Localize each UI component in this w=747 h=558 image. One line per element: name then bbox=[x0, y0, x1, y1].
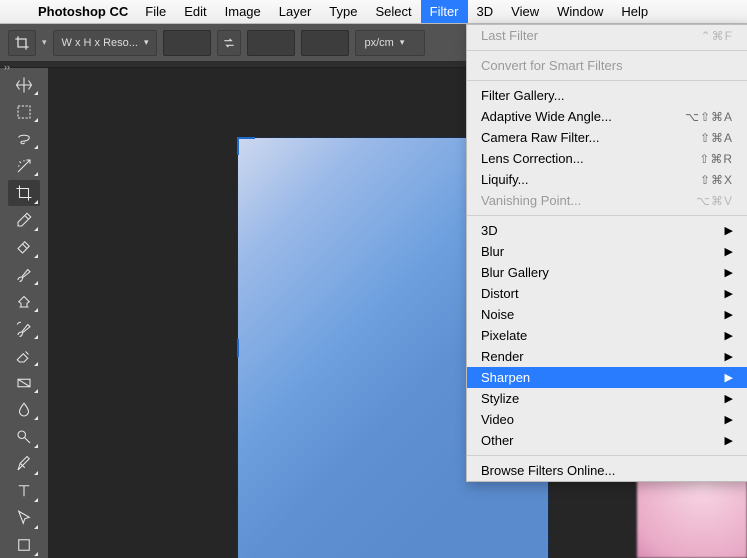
rail-expand-icon[interactable]: ›› bbox=[4, 62, 10, 72]
eyedropper-tool[interactable] bbox=[8, 208, 40, 233]
shortcut-label: ⌥⌘V bbox=[696, 194, 733, 208]
mac-menubar: Photoshop CC FileEditImageLayerTypeSelec… bbox=[0, 0, 747, 24]
menu-3d[interactable]: 3D bbox=[468, 0, 503, 23]
submenu-arrow-icon: ▶ bbox=[725, 329, 733, 342]
filter-item-sharpen[interactable]: Sharpen▶ bbox=[467, 367, 747, 388]
chevron-down-icon[interactable]: ▾ bbox=[42, 37, 47, 48]
eraser-tool[interactable] bbox=[8, 343, 40, 368]
filter-item-noise[interactable]: Noise▶ bbox=[467, 304, 747, 325]
menu-image[interactable]: Image bbox=[216, 0, 270, 23]
filter-item-blur-gallery[interactable]: Blur Gallery▶ bbox=[467, 262, 747, 283]
menu-view[interactable]: View bbox=[502, 0, 548, 23]
shortcut-label: ⇧⌘A bbox=[700, 131, 733, 145]
magic-wand-tool[interactable] bbox=[8, 153, 40, 178]
pen-tool[interactable] bbox=[8, 452, 40, 477]
filter-item-convert-for-smart-filters: Convert for Smart Filters bbox=[467, 55, 747, 76]
height-input[interactable] bbox=[247, 30, 295, 56]
lasso-tool[interactable] bbox=[8, 126, 40, 151]
crop-tool-icon[interactable] bbox=[8, 30, 36, 56]
submenu-arrow-icon: ▶ bbox=[725, 287, 733, 300]
path-selection-tool[interactable] bbox=[8, 506, 40, 531]
gradient-tool[interactable] bbox=[8, 370, 40, 395]
filter-item-filter-gallery[interactable]: Filter Gallery... bbox=[467, 85, 747, 106]
submenu-arrow-icon: ▶ bbox=[725, 413, 733, 426]
menu-file[interactable]: File bbox=[136, 0, 175, 23]
filter-item-pixelate[interactable]: Pixelate▶ bbox=[467, 325, 747, 346]
filter-item-video[interactable]: Video▶ bbox=[467, 409, 747, 430]
menu-window[interactable]: Window bbox=[548, 0, 612, 23]
submenu-arrow-icon: ▶ bbox=[725, 392, 733, 405]
brush-tool[interactable] bbox=[8, 262, 40, 287]
filter-item-stylize[interactable]: Stylize▶ bbox=[467, 388, 747, 409]
width-input[interactable] bbox=[163, 30, 211, 56]
filter-item-last-filter: Last Filter⌃⌘F bbox=[467, 25, 747, 46]
menu-separator bbox=[467, 50, 747, 51]
crop-tool[interactable] bbox=[8, 180, 40, 205]
type-tool[interactable] bbox=[8, 479, 40, 504]
rectangle-tool[interactable] bbox=[8, 533, 40, 558]
submenu-arrow-icon: ▶ bbox=[725, 245, 733, 258]
menu-layer[interactable]: Layer bbox=[270, 0, 321, 23]
filter-item-lens-correction[interactable]: Lens Correction...⇧⌘R bbox=[467, 148, 747, 169]
unit-label: px/cm bbox=[364, 37, 393, 49]
app-name: Photoshop CC bbox=[30, 4, 136, 19]
shortcut-label: ⌥⇧⌘A bbox=[685, 110, 733, 124]
dodge-tool[interactable] bbox=[8, 424, 40, 449]
menu-separator bbox=[467, 80, 747, 81]
chevron-down-icon: ▾ bbox=[400, 37, 405, 48]
ratio-preset-select[interactable]: W x H x Reso... ▾ bbox=[53, 30, 158, 56]
filter-menu-dropdown: Last Filter⌃⌘F Convert for Smart Filters F… bbox=[466, 24, 747, 482]
filter-item-vanishing-point: Vanishing Point...⌥⌘V bbox=[467, 190, 747, 211]
filter-item-blur[interactable]: Blur▶ bbox=[467, 241, 747, 262]
filter-item-adaptive-wide-angle[interactable]: Adaptive Wide Angle...⌥⇧⌘A bbox=[467, 106, 747, 127]
clone-stamp-tool[interactable] bbox=[8, 289, 40, 314]
menu-separator bbox=[467, 215, 747, 216]
menu-help[interactable]: Help bbox=[612, 0, 657, 23]
submenu-arrow-icon: ▶ bbox=[725, 308, 733, 321]
crop-handle-ml[interactable] bbox=[237, 339, 247, 357]
unit-select[interactable]: px/cm ▾ bbox=[355, 30, 425, 56]
shortcut-label: ⌃⌘F bbox=[701, 29, 733, 43]
menu-filter[interactable]: Filter bbox=[421, 0, 468, 23]
filter-item-other[interactable]: Other▶ bbox=[467, 430, 747, 451]
tool-rail: ›› bbox=[0, 68, 48, 558]
filter-item-liquify[interactable]: Liquify...⇧⌘X bbox=[467, 169, 747, 190]
healing-brush-tool[interactable] bbox=[8, 235, 40, 260]
crop-handle-tl[interactable] bbox=[237, 137, 255, 155]
chevron-down-icon: ▾ bbox=[144, 37, 149, 48]
filter-item-browse-filters-online[interactable]: Browse Filters Online... bbox=[467, 460, 747, 481]
menu-select[interactable]: Select bbox=[366, 0, 420, 23]
filter-item-3d[interactable]: 3D▶ bbox=[467, 220, 747, 241]
swap-icon[interactable] bbox=[217, 30, 241, 56]
submenu-arrow-icon: ▶ bbox=[725, 434, 733, 447]
blur-tool[interactable] bbox=[8, 397, 40, 422]
shortcut-label: ⇧⌘X bbox=[700, 173, 733, 187]
marquee-tool[interactable] bbox=[8, 99, 40, 124]
resolution-input[interactable] bbox=[301, 30, 349, 56]
menu-type[interactable]: Type bbox=[320, 0, 366, 23]
filter-item-render[interactable]: Render▶ bbox=[467, 346, 747, 367]
submenu-arrow-icon: ▶ bbox=[725, 224, 733, 237]
menu-edit[interactable]: Edit bbox=[175, 0, 215, 23]
move-tool[interactable] bbox=[8, 72, 40, 97]
menu-separator bbox=[467, 455, 747, 456]
shortcut-label: ⇧⌘R bbox=[699, 152, 733, 166]
filter-item-camera-raw-filter[interactable]: Camera Raw Filter...⇧⌘A bbox=[467, 127, 747, 148]
submenu-arrow-icon: ▶ bbox=[725, 371, 733, 384]
filter-item-distort[interactable]: Distort▶ bbox=[467, 283, 747, 304]
submenu-arrow-icon: ▶ bbox=[725, 266, 733, 279]
ratio-preset-label: W x H x Reso... bbox=[62, 37, 138, 49]
history-brush-tool[interactable] bbox=[8, 316, 40, 341]
submenu-arrow-icon: ▶ bbox=[725, 350, 733, 363]
